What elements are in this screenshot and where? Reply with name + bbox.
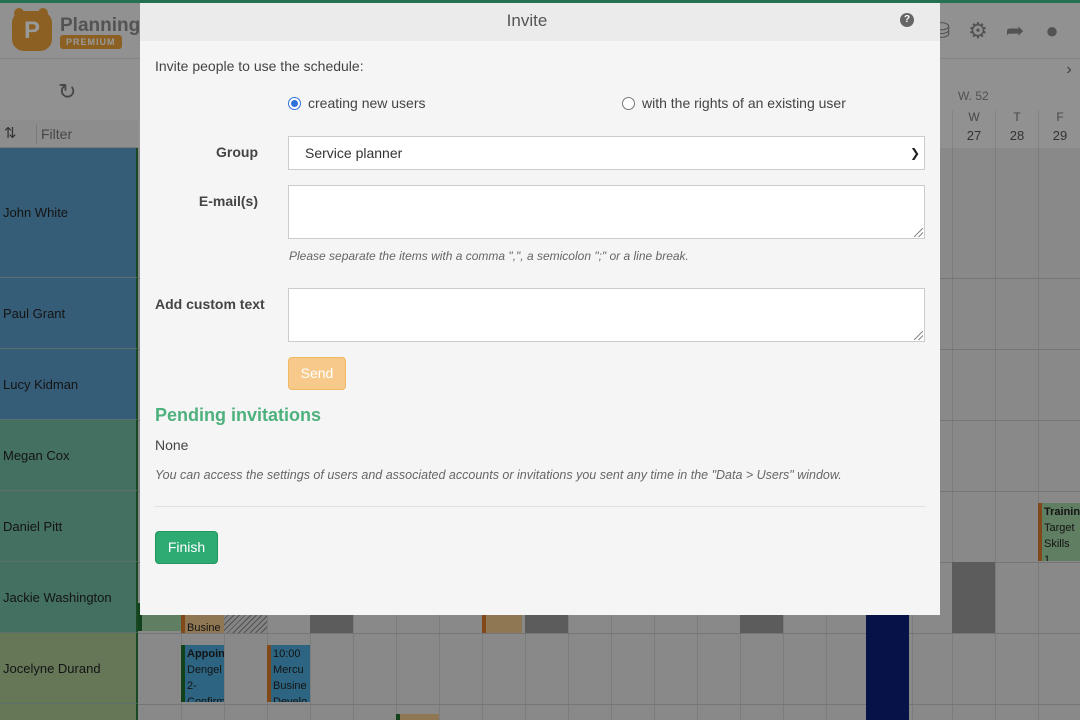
finish-button[interactable]: Finish [155, 531, 218, 564]
dialog-title: Invite [506, 11, 548, 30]
chevron-down-icon: ❯ [909, 146, 920, 160]
radio-unselected-icon[interactable] [622, 96, 635, 110]
dialog-header: Invite ? [140, 3, 940, 41]
radio-selected-icon[interactable] [288, 96, 301, 110]
resize-grip-icon[interactable] [914, 331, 923, 340]
email-hint: Please separate the items with a comma "… [289, 249, 689, 263]
group-label: Group [216, 144, 258, 160]
send-button[interactable]: Send [288, 357, 346, 390]
radio-label: with the rights of an existing user [642, 95, 846, 111]
invite-dialog: Invite ? Invite people to use the schedu… [140, 3, 940, 615]
radio-existing-user[interactable]: with the rights of an existing user [622, 95, 846, 111]
resize-grip-icon[interactable] [914, 228, 923, 237]
email-label: E-mail(s) [198, 193, 258, 209]
divider [155, 506, 925, 507]
help-icon[interactable]: ? [900, 13, 914, 27]
users-settings-note: You can access the settings of users and… [155, 468, 842, 482]
pending-invitations-value: None [155, 437, 189, 453]
custom-text-label: Add custom text [155, 296, 265, 312]
email-field[interactable] [288, 185, 925, 239]
radio-label: creating new users [308, 95, 426, 111]
pending-invitations-title: Pending invitations [155, 405, 322, 425]
radio-new-users[interactable]: creating new users [288, 95, 426, 111]
custom-text-field[interactable] [288, 288, 925, 342]
group-selected-value: Service planner [305, 145, 403, 161]
group-select[interactable]: Service planner ❯ [288, 136, 925, 170]
invite-intro: Invite people to use the schedule: [155, 58, 364, 74]
